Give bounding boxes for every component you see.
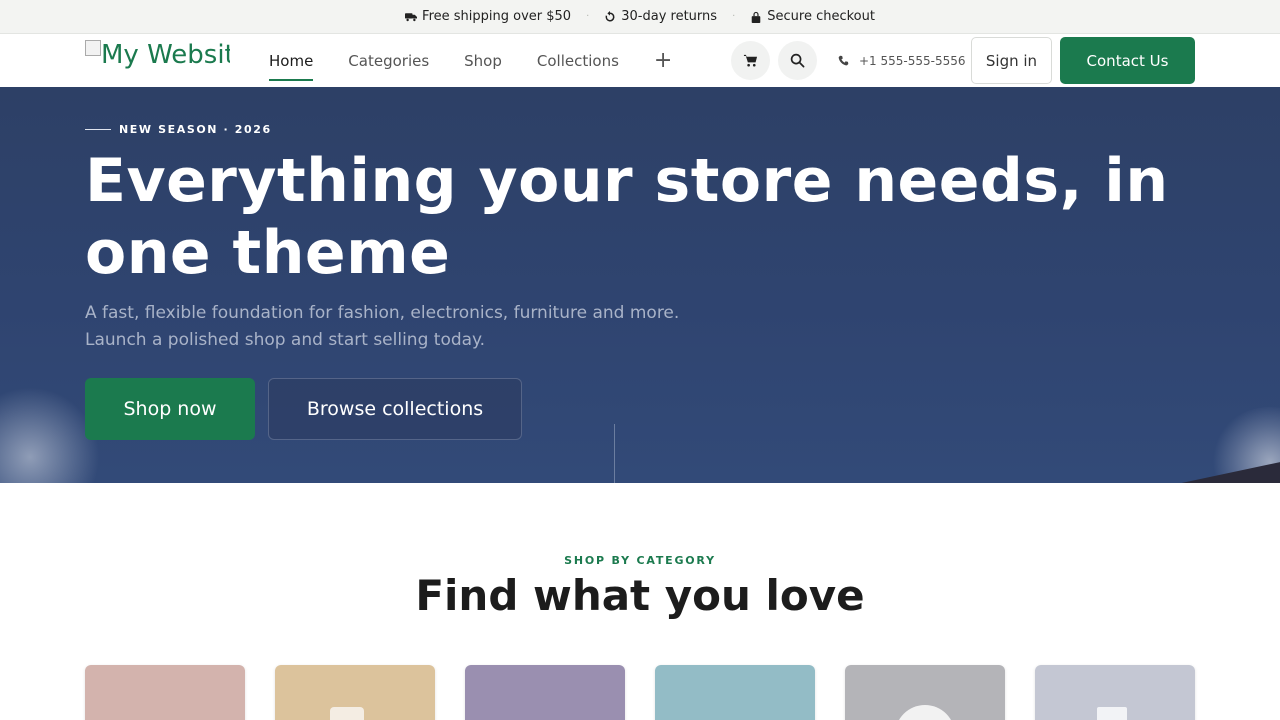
search-icon: [790, 53, 805, 68]
hero-subtitle: A fast, flexible foundation for fashion,…: [85, 300, 705, 354]
category-card[interactable]: [655, 665, 815, 720]
hero-mast-decoration: [614, 424, 615, 483]
site-header: My Websit Home Categories Shop Collectio…: [0, 34, 1280, 87]
cart-button[interactable]: [731, 41, 770, 80]
lock-icon: [751, 11, 761, 23]
announcement-checkout-text: Secure checkout: [767, 9, 875, 24]
cart-icon: [743, 54, 758, 67]
truck-icon: [405, 12, 418, 21]
announcement-bar: Free shipping over $50 · 30-day returns …: [0, 0, 1280, 34]
product-dome-shape: [895, 705, 955, 720]
category-card[interactable]: [275, 665, 435, 720]
announcement-separator: ·: [586, 11, 590, 22]
phone-link[interactable]: +1 555-555-5556: [838, 34, 966, 87]
refresh-icon: [605, 10, 615, 21]
category-title: Find what you love: [415, 571, 865, 620]
category-card[interactable]: [845, 665, 1005, 720]
announcement-separator: ·: [732, 11, 736, 22]
hero-subtitle-line-2: Launch a polished shop and start selling…: [85, 330, 486, 350]
product-vase-shape: [330, 707, 364, 720]
nav-more-plus-icon[interactable]: +: [654, 48, 672, 73]
category-eyebrow: SHOP BY CATEGORY: [564, 554, 716, 567]
hero-section: NEW SEASON · 2026 Everything your store …: [0, 87, 1280, 483]
announcement-returns-text: 30-day returns: [621, 9, 718, 24]
contact-us-button[interactable]: Contact Us: [1060, 37, 1195, 84]
hero-title: Everything your store needs, in one them…: [85, 146, 1169, 288]
browse-collections-button[interactable]: Browse collections: [268, 378, 522, 440]
search-button[interactable]: [778, 41, 817, 80]
logo-alt-text: My Websit: [101, 40, 230, 70]
category-card[interactable]: [465, 665, 625, 720]
eyebrow-line: [85, 129, 111, 130]
hero-eyebrow: NEW SEASON · 2026: [85, 123, 272, 136]
nav-home[interactable]: Home: [269, 34, 314, 87]
nav-shop[interactable]: Shop: [464, 34, 502, 87]
broken-image-icon: [85, 40, 101, 56]
phone-icon: [838, 55, 849, 66]
announcement-shipping: Free shipping over $50: [405, 9, 571, 24]
nav-categories[interactable]: Categories: [348, 34, 429, 87]
main-nav: Home Categories Shop Collections +: [269, 34, 672, 87]
announcement-checkout: Secure checkout: [750, 9, 875, 24]
hero-subtitle-line-1: A fast, flexible foundation for fashion,…: [85, 303, 680, 323]
product-box-shape: [1097, 707, 1127, 720]
site-logo[interactable]: My Websit: [85, 40, 230, 70]
announcement-returns: 30-day returns: [604, 9, 717, 24]
phone-number: +1 555-555-5556: [859, 53, 966, 68]
category-card[interactable]: [85, 665, 245, 720]
shop-now-button[interactable]: Shop now: [85, 378, 255, 440]
hero-eyebrow-text: NEW SEASON · 2026: [119, 123, 272, 136]
nav-collections[interactable]: Collections: [537, 34, 619, 87]
category-cards: [85, 665, 1195, 720]
sign-in-button[interactable]: Sign in: [971, 37, 1052, 84]
announcement-shipping-text: Free shipping over $50: [422, 9, 572, 24]
category-card[interactable]: [1035, 665, 1195, 720]
